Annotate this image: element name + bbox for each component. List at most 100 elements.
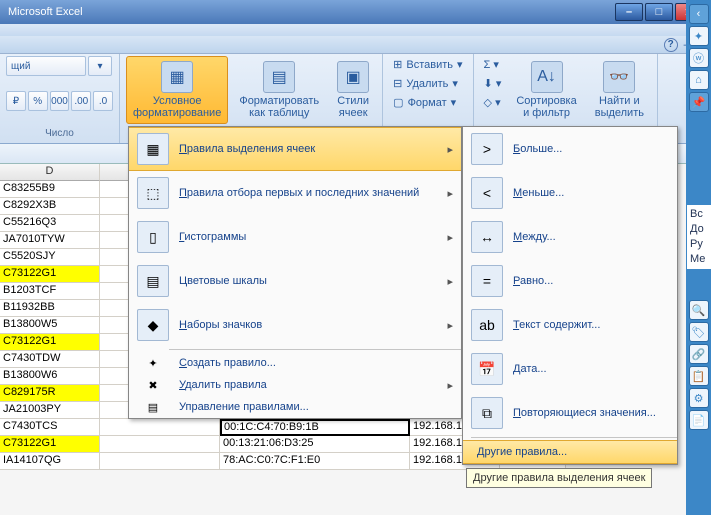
cond-format-label: Условное форматирование <box>133 95 221 119</box>
submenu-item[interactable]: ↔Между... <box>463 215 677 259</box>
cell[interactable]: 00:1C:C4:70:B9:1B <box>220 419 410 436</box>
decrease-decimal-button[interactable]: .0 <box>93 91 113 111</box>
format-button[interactable]: ▢Формат ▾ <box>389 94 466 111</box>
side-link-icon[interactable]: 🔗 <box>689 344 709 364</box>
menu-label: Удалить правила <box>179 379 437 391</box>
menu-label: Цветовые шкалы <box>179 275 437 287</box>
menu-icon: ab <box>471 309 503 341</box>
menu-label: Повторяющиеся значения... <box>513 407 669 419</box>
more-rules-item[interactable]: Другие правила... <box>463 440 677 464</box>
thousands-button[interactable]: 000 <box>50 91 70 111</box>
submenu-item[interactable]: <Меньше... <box>463 171 677 215</box>
side-doc-icon[interactable]: 📄 <box>689 410 709 430</box>
app-title: Microsoft Excel <box>8 6 83 18</box>
menu-item[interactable]: ▤ Цветовые шкалы ▸ <box>129 259 461 303</box>
cell[interactable]: C7430TCS <box>0 419 100 436</box>
delete-icon: ⊟ <box>393 77 402 90</box>
styles-icon: ▣ <box>337 61 369 93</box>
side-text-panel: ВсДоРуМе <box>687 205 711 269</box>
cell[interactable]: JA21003PY <box>0 402 100 419</box>
submenu-item[interactable]: >Больше... <box>463 127 677 171</box>
menu-item[interactable]: ▤Управление правилами... <box>129 396 461 418</box>
currency-button[interactable]: ₽ <box>6 91 26 111</box>
submenu-item[interactable]: ⧉Повторяющиеся значения... <box>463 391 677 435</box>
side-pin-icon[interactable]: 📌 <box>689 92 709 112</box>
menu-item[interactable]: ◆Наборы значков▸ <box>129 303 461 347</box>
cell[interactable] <box>100 436 220 453</box>
minimize-button[interactable]: – <box>615 3 643 21</box>
submenu-item[interactable]: =Равно... <box>463 259 677 303</box>
menu-icon: 📅 <box>471 353 503 385</box>
menu-item[interactable]: ⬚Правила отбора первых и последних значе… <box>129 171 461 215</box>
side-tag-icon[interactable]: 🏷 <box>689 322 709 342</box>
cell[interactable]: C829175R <box>0 385 100 402</box>
cell-styles-label: Стили ячеек <box>337 95 369 119</box>
cell[interactable]: C55216Q3 <box>0 215 100 232</box>
menu-label: Другие правила... <box>471 446 669 458</box>
conditional-formatting-button[interactable]: ▦ Условное форматирование <box>126 56 228 124</box>
cell[interactable]: C73122G1 <box>0 334 100 351</box>
cell[interactable]: 00:13:21:06:D3:25 <box>220 436 410 453</box>
table-icon: ▤ <box>263 61 295 93</box>
side-text-item[interactable]: Ме <box>690 252 708 267</box>
fill-button[interactable]: ⬇ ▾ <box>480 75 506 92</box>
menu-label: Создать правило... <box>179 357 453 369</box>
cell[interactable]: C73122G1 <box>0 436 100 453</box>
cell-styles-button[interactable]: ▣ Стили ячеек <box>330 56 376 124</box>
group-label-number: Число <box>6 126 113 141</box>
help-icon[interactable]: ? <box>664 38 678 52</box>
dropdown-arrow-icon[interactable]: ▾ <box>88 56 112 76</box>
cell[interactable]: B11932BB <box>0 300 100 317</box>
cell[interactable] <box>100 453 220 470</box>
menu-item[interactable]: ▦Правила выделения ячеек▸ <box>129 127 461 171</box>
menu-icon: ▤ <box>137 265 169 297</box>
menu-label: Гистограммы <box>179 231 437 243</box>
submenu-item[interactable]: abТекст содержит... <box>463 303 677 347</box>
menu-item[interactable]: ✦ Создать правило... <box>129 352 461 374</box>
side-text-item[interactable]: До <box>690 222 708 237</box>
side-mag-icon[interactable]: 🔍 <box>689 300 709 320</box>
cell[interactable]: C5520SJY <box>0 249 100 266</box>
menu-icon: ▤ <box>145 399 161 415</box>
side-wp-icon[interactable]: ⓦ <box>689 48 709 68</box>
insert-button[interactable]: ⊞Вставить ▾ <box>389 56 466 73</box>
cell[interactable]: B13800W5 <box>0 317 100 334</box>
cell[interactable]: 78:AC:C0:7C:F1:E0 <box>220 453 410 470</box>
cell[interactable] <box>100 419 220 436</box>
maximize-button[interactable]: □ <box>645 3 673 21</box>
menu-label: Между... <box>513 231 669 243</box>
delete-button[interactable]: ⊟Удалить ▾ <box>389 75 466 92</box>
side-back-icon[interactable]: ‹ <box>689 4 709 24</box>
menu-icon: ▯ <box>137 221 169 253</box>
cell[interactable]: B1203TCF <box>0 283 100 300</box>
side-clip-icon[interactable]: 📋 <box>689 366 709 386</box>
side-home-icon[interactable]: ⌂ <box>689 70 709 90</box>
cell[interactable]: B13800W6 <box>0 368 100 385</box>
col-header-d[interactable]: D <box>0 164 100 181</box>
cell[interactable]: C73122G1 <box>0 266 100 283</box>
menu-icon: ✦ <box>145 355 161 371</box>
cell[interactable]: C83255B9 <box>0 181 100 198</box>
side-rss-icon[interactable]: ✦ <box>689 26 709 46</box>
submenu-arrow-icon: ▸ <box>447 275 453 288</box>
tab-strip <box>0 24 711 36</box>
side-text-item[interactable]: Вс <box>690 207 708 222</box>
menu-item[interactable]: ✖Удалить правила▸ <box>129 374 461 396</box>
cell[interactable]: JA7010TYW <box>0 232 100 249</box>
submenu-item[interactable]: 📅Дата... <box>463 347 677 391</box>
side-set-icon[interactable]: ⚙ <box>689 388 709 408</box>
percent-button[interactable]: % <box>28 91 48 111</box>
menu-icon: ⬚ <box>137 177 169 209</box>
cell[interactable]: C7430TDW <box>0 351 100 368</box>
sum-button[interactable]: Σ ▾ <box>480 56 506 73</box>
cell[interactable]: C8292X3B <box>0 198 100 215</box>
number-format-dropdown[interactable]: щий <box>6 56 86 76</box>
cell[interactable]: IA14107QG <box>0 453 100 470</box>
titlebar: Microsoft Excel – □ ✕ <box>0 0 711 24</box>
side-text-item[interactable]: Ру <box>690 237 708 252</box>
increase-decimal-button[interactable]: .00 <box>71 91 91 111</box>
clear-button[interactable]: ◇ ▾ <box>480 94 506 111</box>
number-group: щий ▾ ₽ % 000 .00 .0 Число <box>0 54 120 143</box>
menu-item[interactable]: ▯Гистограммы▸ <box>129 215 461 259</box>
format-as-table-button[interactable]: ▤ Форматировать как таблицу <box>232 56 326 124</box>
